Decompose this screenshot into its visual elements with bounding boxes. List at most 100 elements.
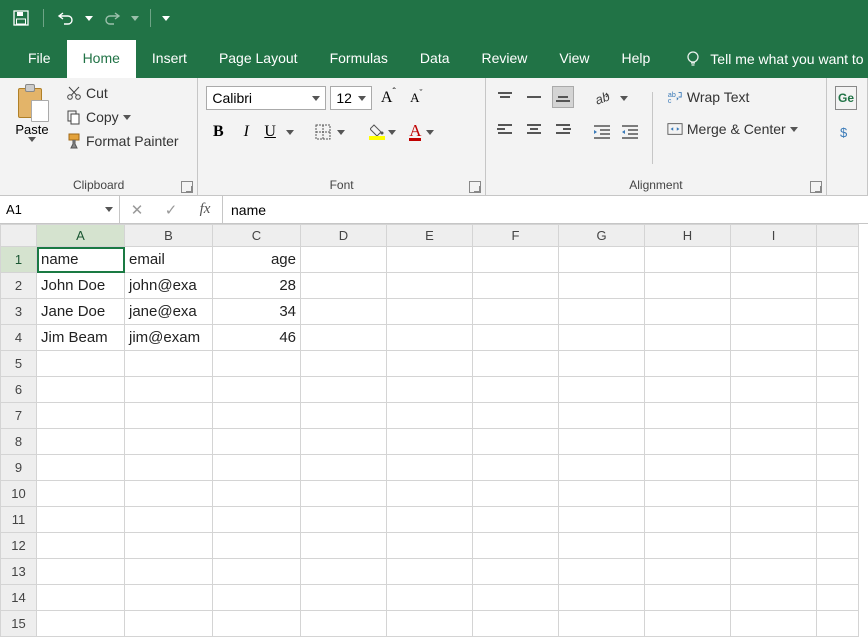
cell[interactable] xyxy=(125,403,213,429)
cell[interactable] xyxy=(125,455,213,481)
increase-indent-button[interactable] xyxy=(618,120,642,144)
cell[interactable] xyxy=(37,585,125,611)
align-left-button[interactable] xyxy=(494,118,516,140)
align-top-button[interactable] xyxy=(494,86,516,108)
insert-function-button[interactable]: fx xyxy=(188,198,222,222)
cell[interactable] xyxy=(559,429,645,455)
cell[interactable] xyxy=(645,455,731,481)
name-box-input[interactable] xyxy=(0,196,119,223)
cell[interactable] xyxy=(125,377,213,403)
cell[interactable] xyxy=(387,403,473,429)
cut-button[interactable]: Cut xyxy=(62,82,183,104)
cell[interactable] xyxy=(387,481,473,507)
cell[interactable] xyxy=(387,247,473,273)
cell[interactable] xyxy=(817,507,859,533)
column-header[interactable]: E xyxy=(387,225,473,247)
copy-dropdown-icon[interactable] xyxy=(123,115,131,120)
format-painter-button[interactable]: Format Painter xyxy=(62,130,183,152)
cell[interactable] xyxy=(473,403,559,429)
fill-color-button[interactable] xyxy=(364,120,398,144)
cell[interactable] xyxy=(37,351,125,377)
cell[interactable] xyxy=(473,585,559,611)
cell[interactable] xyxy=(387,455,473,481)
cell[interactable] xyxy=(559,507,645,533)
cell[interactable] xyxy=(473,533,559,559)
column-header[interactable]: A xyxy=(37,225,125,247)
cell[interactable] xyxy=(731,559,817,585)
redo-dropdown-icon[interactable] xyxy=(131,16,139,21)
cell[interactable] xyxy=(817,325,859,351)
cell[interactable] xyxy=(387,429,473,455)
cell[interactable] xyxy=(817,533,859,559)
tell-me-search[interactable]: Tell me what you want to xyxy=(684,50,863,78)
chevron-down-icon[interactable] xyxy=(790,127,798,132)
cell[interactable]: name xyxy=(37,247,125,273)
font-size-combo[interactable]: 12 xyxy=(330,86,372,110)
cell[interactable] xyxy=(213,533,301,559)
cell[interactable] xyxy=(817,455,859,481)
cell[interactable] xyxy=(301,325,387,351)
cell[interactable] xyxy=(559,351,645,377)
cell[interactable] xyxy=(301,507,387,533)
copy-button[interactable]: Copy xyxy=(62,106,183,128)
cell[interactable] xyxy=(817,351,859,377)
cell[interactable] xyxy=(37,559,125,585)
cell[interactable] xyxy=(473,299,559,325)
cell[interactable] xyxy=(645,611,731,637)
cell[interactable] xyxy=(817,611,859,637)
cell[interactable] xyxy=(559,533,645,559)
cell[interactable]: email xyxy=(125,247,213,273)
cell[interactable]: John Doe xyxy=(37,273,125,299)
cell[interactable] xyxy=(645,377,731,403)
cell[interactable] xyxy=(473,455,559,481)
cell[interactable]: jane@exa xyxy=(125,299,213,325)
cell[interactable] xyxy=(817,481,859,507)
cell[interactable] xyxy=(817,273,859,299)
column-header[interactable]: D xyxy=(301,225,387,247)
cell[interactable] xyxy=(559,559,645,585)
cell[interactable] xyxy=(387,273,473,299)
cell[interactable] xyxy=(559,247,645,273)
row-header[interactable]: 4 xyxy=(1,325,37,351)
tab-home[interactable]: Home xyxy=(67,40,136,78)
cell[interactable] xyxy=(125,351,213,377)
cell[interactable] xyxy=(731,377,817,403)
cell[interactable] xyxy=(473,481,559,507)
cell[interactable] xyxy=(731,273,817,299)
underline-button[interactable]: U xyxy=(262,120,296,144)
name-box[interactable] xyxy=(0,196,120,223)
cell[interactable] xyxy=(731,611,817,637)
cell[interactable] xyxy=(213,455,301,481)
cell[interactable] xyxy=(817,559,859,585)
cell[interactable] xyxy=(731,455,817,481)
cell[interactable] xyxy=(645,299,731,325)
cell[interactable] xyxy=(37,377,125,403)
cell[interactable] xyxy=(125,429,213,455)
cell[interactable] xyxy=(731,481,817,507)
row-header[interactable]: 12 xyxy=(1,533,37,559)
cell[interactable] xyxy=(301,585,387,611)
cell[interactable] xyxy=(387,533,473,559)
cell[interactable] xyxy=(645,585,731,611)
cell[interactable] xyxy=(645,325,731,351)
dialog-launcher-icon[interactable] xyxy=(810,181,822,193)
row-header[interactable]: 3 xyxy=(1,299,37,325)
row-header[interactable]: 8 xyxy=(1,429,37,455)
align-bottom-button[interactable] xyxy=(552,86,574,108)
cell[interactable] xyxy=(473,351,559,377)
cell[interactable] xyxy=(37,429,125,455)
column-header[interactable]: F xyxy=(473,225,559,247)
row-header[interactable]: 14 xyxy=(1,585,37,611)
dialog-launcher-icon[interactable] xyxy=(469,181,481,193)
row-header[interactable]: 1 xyxy=(1,247,37,273)
cell[interactable] xyxy=(731,403,817,429)
cell[interactable] xyxy=(37,611,125,637)
cell[interactable] xyxy=(817,247,859,273)
cell[interactable]: age xyxy=(213,247,301,273)
tab-insert[interactable]: Insert xyxy=(136,40,203,78)
column-header[interactable]: G xyxy=(559,225,645,247)
cell[interactable] xyxy=(387,559,473,585)
cell[interactable] xyxy=(731,351,817,377)
cell[interactable] xyxy=(301,403,387,429)
borders-button[interactable] xyxy=(313,120,347,144)
